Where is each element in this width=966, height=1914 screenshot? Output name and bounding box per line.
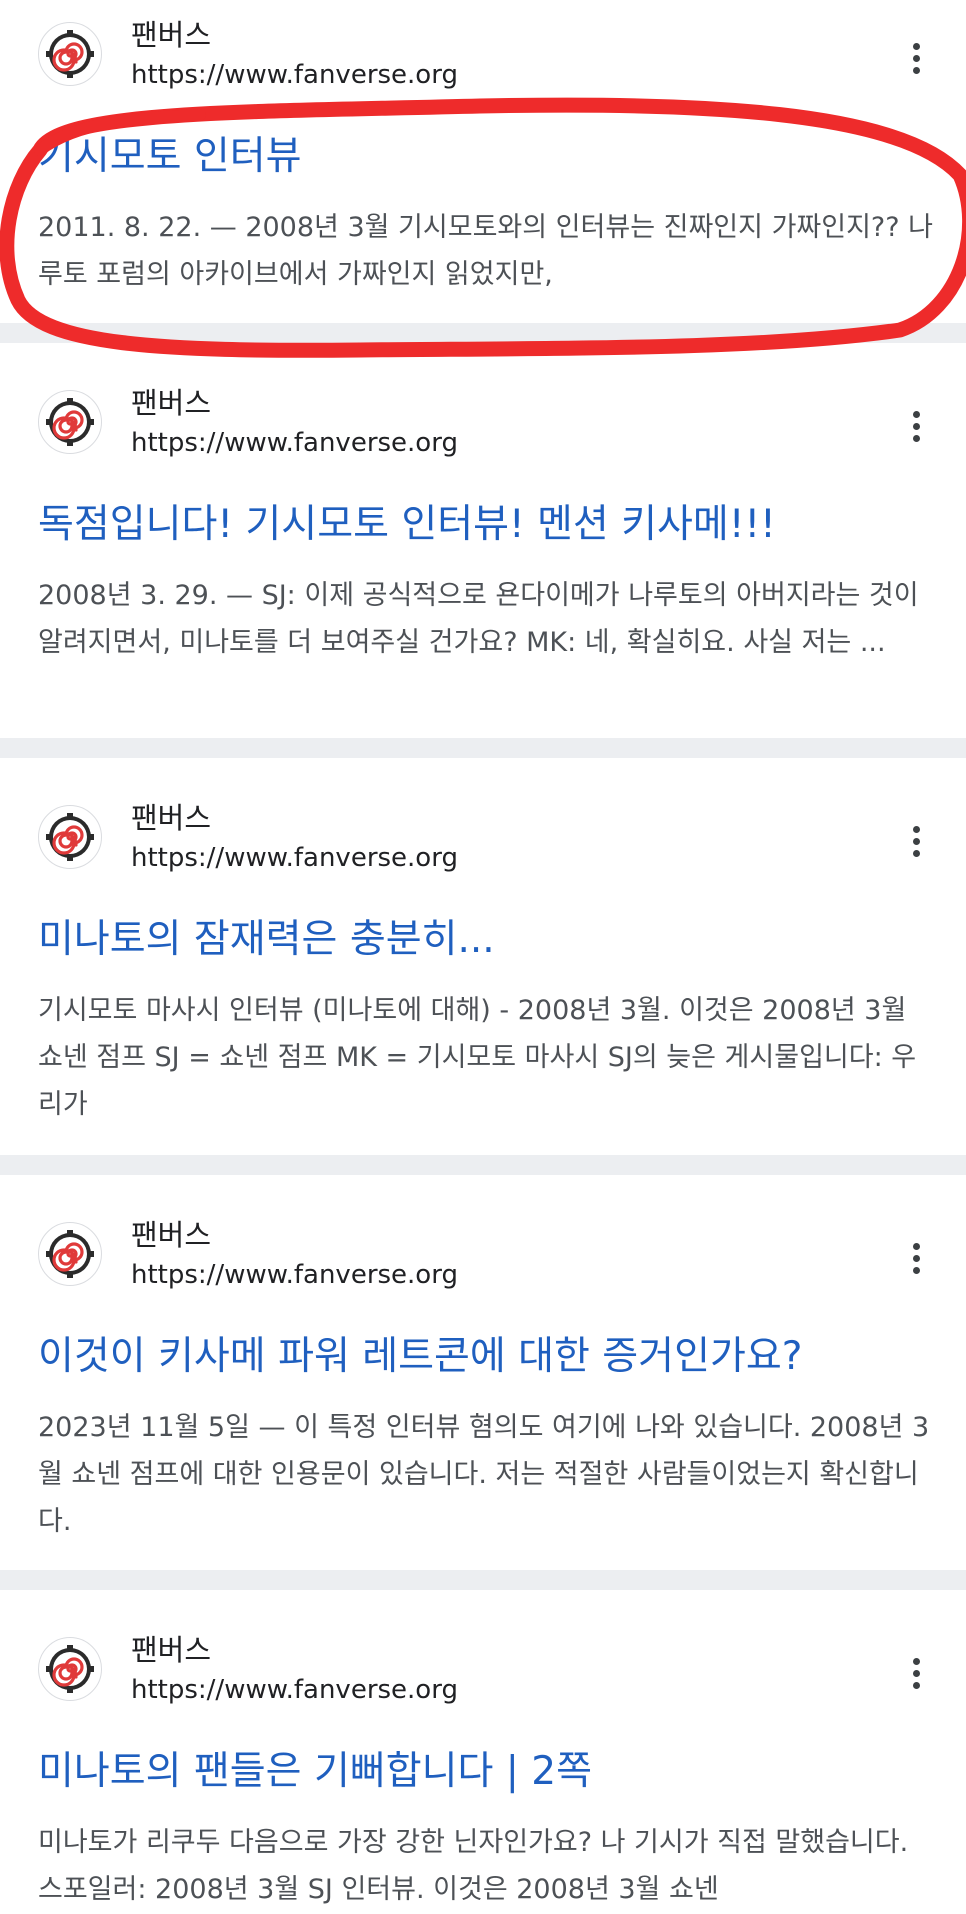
more-options-icon[interactable] xyxy=(900,404,932,448)
result-card: 팬버스 https://www.fanverse.org 미나토의 팬들은 기뻐… xyxy=(0,1590,966,1914)
site-url: https://www.fanverse.org xyxy=(131,428,458,458)
result-divider xyxy=(0,1155,966,1175)
red-spiral-gear-icon xyxy=(46,1645,94,1693)
more-options-icon[interactable] xyxy=(900,36,932,80)
result-title-link[interactable]: 독점입니다! 기시모토 인터뷰! 멘션 키사메!!! xyxy=(38,493,776,549)
site-favicon-icon[interactable] xyxy=(38,1637,102,1701)
result-title-link[interactable]: 기시모토 인터뷰 xyxy=(38,125,302,181)
result-card: 팬버스 https://www.fanverse.org 독점입니다! 기시모토… xyxy=(0,343,966,738)
result-title-link[interactable]: 이것이 키사메 파워 레트콘에 대한 증거인가요? xyxy=(38,1325,802,1381)
site-favicon-icon[interactable] xyxy=(38,1222,102,1286)
site-name: 팬버스 xyxy=(131,386,212,420)
more-options-icon[interactable] xyxy=(900,1651,932,1695)
result-snippet: 2008년 3. 29. — SJ: 이제 공식적으로 욘다이메가 나루토의 아… xyxy=(38,580,919,658)
site-url: https://www.fanverse.org xyxy=(131,843,458,873)
result-card: 팬버스 https://www.fanverse.org 이것이 키사메 파워 … xyxy=(0,1175,966,1570)
site-favicon-icon[interactable] xyxy=(38,805,102,869)
site-favicon-icon[interactable] xyxy=(38,22,102,86)
result-divider xyxy=(0,323,966,343)
result-title-link[interactable]: 미나토의 팬들은 기뻐합니다 | 2쪽 xyxy=(38,1740,592,1796)
result-divider xyxy=(0,738,966,758)
red-spiral-gear-icon xyxy=(46,30,94,78)
more-options-icon[interactable] xyxy=(900,1236,932,1280)
site-url: https://www.fanverse.org xyxy=(131,1675,458,1705)
result-card: 팬버스 https://www.fanverse.org 미나토의 잠재력은 충… xyxy=(0,758,966,1155)
result-snippet: 2023년 11월 5일 — 이 특정 인터뷰 혐의도 여기에 나와 있습니다.… xyxy=(38,1412,930,1537)
site-url: https://www.fanverse.org xyxy=(131,60,458,90)
site-favicon-icon[interactable] xyxy=(38,390,102,454)
result-snippet: 2011. 8. 22. — 2008년 3월 기시모토와의 인터뷰는 진짜인지… xyxy=(38,212,934,290)
site-name: 팬버스 xyxy=(131,801,212,835)
site-name: 팬버스 xyxy=(131,18,212,52)
site-name: 팬버스 xyxy=(131,1633,212,1667)
site-name: 팬버스 xyxy=(131,1218,212,1252)
result-title-link[interactable]: 미나토의 잠재력은 충분히... xyxy=(38,908,495,964)
red-spiral-gear-icon xyxy=(46,398,94,446)
result-divider xyxy=(0,1570,966,1590)
red-spiral-gear-icon xyxy=(46,813,94,861)
result-snippet: 기시모토 마사시 인터뷰 (미나토에 대해) - 2008년 3월. 이것은 2… xyxy=(38,995,917,1120)
more-options-icon[interactable] xyxy=(900,819,932,863)
site-url: https://www.fanverse.org xyxy=(131,1260,458,1290)
result-snippet: 미나토가 리쿠두 다음으로 가장 강한 닌자인가요? 나 기시가 직접 말했습니… xyxy=(38,1827,909,1905)
result-card: 팬버스 https://www.fanverse.org 기시모토 인터뷰 20… xyxy=(0,0,966,323)
red-spiral-gear-icon xyxy=(46,1230,94,1278)
